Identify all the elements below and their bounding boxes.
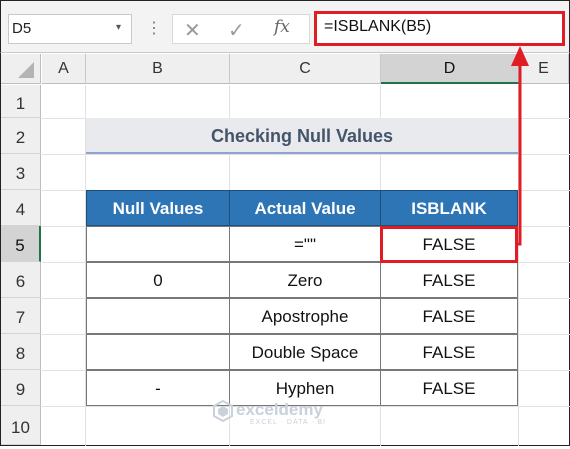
callout-arrow <box>511 46 529 246</box>
callout-arrow-line <box>518 62 522 246</box>
exceldemy-logo-icon <box>213 400 233 422</box>
watermark-tagline: EXCEL · DATA · BI <box>250 419 326 426</box>
arrow-up-icon <box>511 46 529 66</box>
watermark-name: exceldemy <box>236 400 323 419</box>
